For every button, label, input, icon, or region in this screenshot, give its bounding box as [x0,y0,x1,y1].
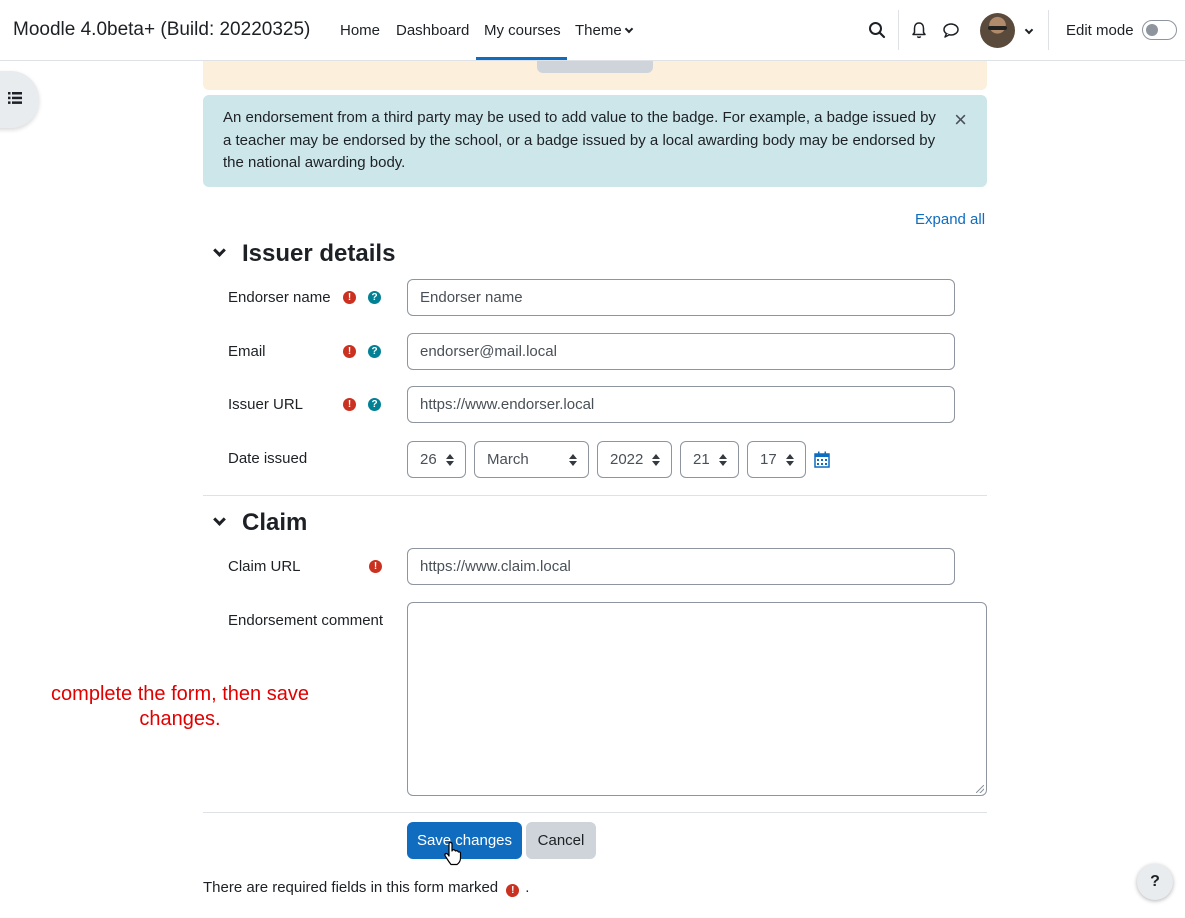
info-alert: An endorsement from a third party may be… [203,95,987,187]
select-arrows-icon [652,454,660,466]
nav-active-indicator [476,57,567,60]
chevron-down-icon [213,513,226,526]
hour-value: 21 [693,451,710,468]
nav-theme-label: Theme [575,22,622,39]
endorser-name-label: Endorser name [228,289,331,306]
email-label: Email [228,343,266,360]
search-icon[interactable] [867,20,887,40]
date-issued-label: Date issued [228,450,308,467]
chevron-down-icon [624,24,633,34]
nav-dashboard[interactable]: Dashboard [396,22,469,39]
calendar-icon[interactable] [814,451,830,468]
issuer-url-label: Issuer URL [228,396,304,413]
help-icon[interactable]: ? [368,398,381,411]
close-icon[interactable]: × [954,109,967,131]
minute-select[interactable]: 17 [747,441,806,478]
nav-separator [898,10,899,50]
day-value: 26 [420,451,437,468]
claim-url-input[interactable]: https://www.claim.local [407,548,955,585]
site-name[interactable]: Moodle 4.0beta+ (Build: 20220325) [13,19,310,41]
required-icon: ! [343,345,356,358]
nav-theme[interactable]: Theme [575,22,633,39]
section-divider [203,495,987,496]
required-fields-note: There are required fields in this form m… [203,879,530,897]
nav-separator [1048,10,1049,50]
select-arrows-icon [719,454,727,466]
claim-url-label: Claim URL [228,558,301,575]
cancel-button[interactable]: Cancel [526,822,596,859]
user-avatar[interactable] [980,13,1015,48]
nav-home[interactable]: Home [340,22,380,39]
required-icon: ! [343,291,356,304]
nav-my-courses[interactable]: My courses [484,22,561,39]
bell-icon[interactable] [909,20,929,40]
list-icon [8,92,22,104]
required-icon: ! [506,884,520,897]
info-alert-text: An endorsement from a third party may be… [223,109,936,171]
month-select[interactable]: March [474,441,589,478]
edit-mode-label: Edit mode [1066,22,1134,39]
section-title: Issuer details [242,240,396,267]
chevron-down-icon[interactable] [1024,25,1034,35]
chevron-down-icon [213,244,226,257]
hour-select[interactable]: 21 [680,441,739,478]
minute-value: 17 [760,451,777,468]
chat-bubble-icon[interactable] [941,20,961,40]
required-icon: ! [369,560,382,573]
form-divider [203,812,987,813]
section-claim[interactable]: Claim [210,509,307,537]
save-changes-button[interactable]: Save changes [407,822,522,859]
endorsement-comment-textarea[interactable] [407,602,987,796]
month-value: March [487,451,529,468]
select-arrows-icon [569,454,577,466]
annotation-text: complete the form, then save changes. [51,683,309,730]
resize-handle-icon[interactable] [976,785,984,793]
course-index-toggle[interactable] [0,71,39,128]
endorsement-comment-label: Endorsement comment [228,612,384,629]
email-input[interactable]: endorser@mail.local [407,333,955,370]
year-select[interactable]: 2022 [597,441,672,478]
year-value: 2022 [610,451,644,468]
issuer-url-input[interactable]: https://www.endorser.local [407,386,955,423]
edit-mode-toggle[interactable] [1142,20,1177,40]
navbar: Moodle 4.0beta+ (Build: 20220325) Home D… [0,0,1185,61]
hand-cursor-icon [444,842,462,866]
required-icon: ! [343,398,356,411]
section-title: Claim [242,509,308,536]
select-arrows-icon [786,454,794,466]
expand-all-link[interactable]: Expand all [915,211,985,228]
section-issuer-details[interactable]: Issuer details [210,240,395,268]
select-arrows-icon [446,454,454,466]
help-icon[interactable]: ? [368,291,381,304]
endorser-name-input[interactable]: Endorser name [407,279,955,316]
required-fields-text: There are required fields in this form m… [203,879,499,896]
day-select[interactable]: 26 [407,441,466,478]
help-button[interactable]: ? [1137,864,1173,900]
help-icon[interactable]: ? [368,345,381,358]
